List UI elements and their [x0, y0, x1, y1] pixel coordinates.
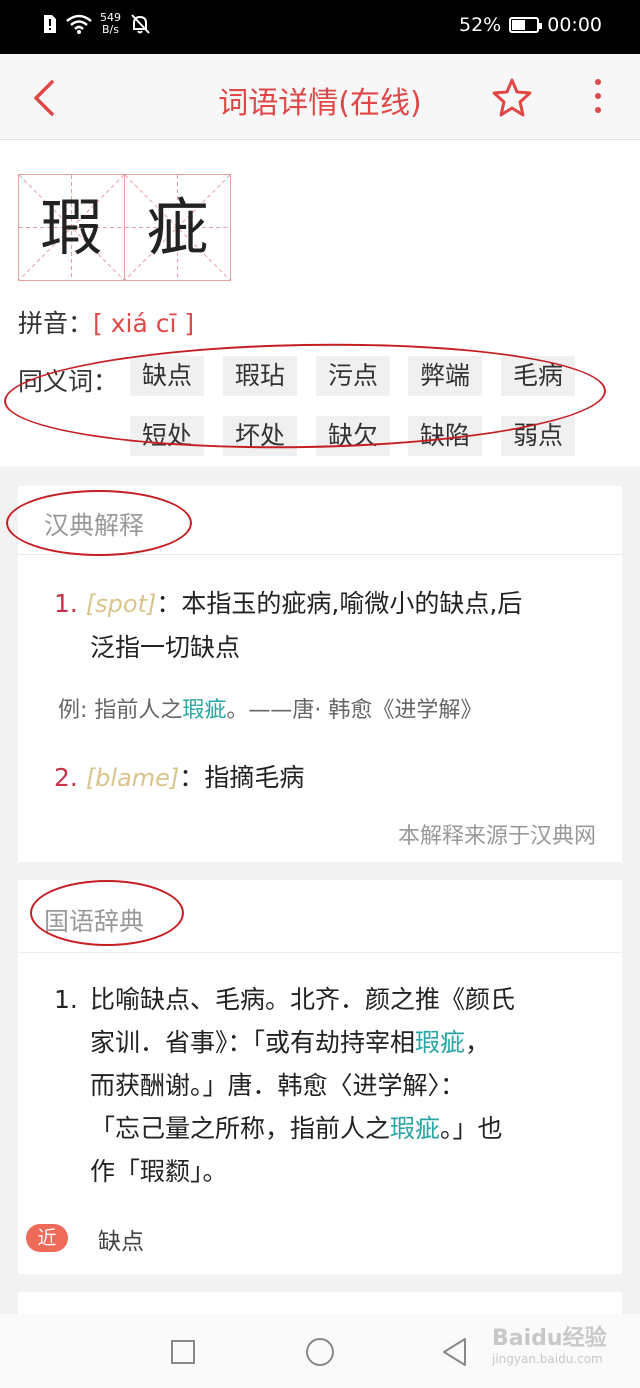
dot: [595, 107, 601, 113]
definition-colon: ：: [179, 763, 205, 792]
status-left: 549 B/s: [42, 12, 151, 36]
character: 疵: [146, 191, 209, 264]
definition-1-line2: 泛指一切缺点: [90, 633, 241, 662]
example-highlight[interactable]: 瑕疵: [182, 698, 226, 723]
wifi-icon: [66, 14, 92, 34]
status-bar: 549 B/s 52% 00:00: [0, 0, 640, 54]
definition-line: 「忘己量之所称，指前人之瑕疵。」也: [90, 1107, 610, 1150]
vertical-dots-icon[interactable]: [586, 76, 610, 120]
definition-1: 1. [spot]：本指玉的疵病,喻微小的缺点,后: [54, 582, 614, 626]
watermark-logo: Baidu经验: [492, 1326, 607, 1351]
system-nav-bar: Baidu经验 jingyan.baidu.com: [0, 1314, 640, 1388]
dot: [595, 93, 601, 99]
char-grid-2: 疵: [124, 174, 231, 281]
definition-2: 2. [blame]：指摘毛病: [54, 756, 304, 800]
status-right: 52% 00:00: [459, 14, 602, 36]
battery-fill: [512, 20, 525, 30]
pinyin-row: 拼音：[ xiá cī ]: [18, 304, 194, 340]
clock: 00:00: [547, 14, 602, 36]
char-grid-1: 瑕: [18, 174, 125, 281]
highlight-word[interactable]: 瑕疵: [390, 1114, 440, 1143]
text: ，: [465, 1028, 491, 1057]
definition-line: 比喻缺点、毛病。北齐．颜之推《颜氏: [90, 985, 516, 1014]
definition-line: 作「瑕颣」。: [90, 1157, 228, 1186]
network-speed: 549 B/s: [100, 12, 121, 36]
back-triangle-icon[interactable]: [440, 1336, 470, 1368]
definition-number: 1.: [54, 589, 78, 618]
watermark-url: jingyan.baidu.com: [492, 1352, 603, 1366]
definition-line: 指摘毛病: [204, 763, 305, 792]
near-word[interactable]: 缺点: [98, 1222, 144, 1256]
source-note: 本解释来源于汉典网: [397, 824, 596, 849]
divider: [18, 952, 622, 953]
english-tag: [blame]: [85, 764, 180, 792]
battery-icon: [509, 17, 543, 33]
pinyin-value: [ xiá cī ]: [93, 309, 195, 338]
annotation-ellipse: [30, 880, 184, 946]
dot: [595, 79, 601, 85]
text: 「忘己量之所称，指前人之: [90, 1114, 391, 1143]
recents-square-icon[interactable]: [171, 1340, 195, 1364]
definition-number: 1.: [54, 985, 78, 1014]
definition-line: 本指玉的疵病,喻微小的缺点,后: [181, 589, 523, 618]
network-speed-unit: B/s: [102, 23, 119, 36]
home-circle-icon[interactable]: [306, 1338, 334, 1366]
app-header: 词语详情(在线): [0, 54, 640, 140]
bell-off-icon: [131, 14, 150, 34]
english-tag: [spot]: [85, 590, 157, 618]
highlight-word[interactable]: 瑕疵: [415, 1028, 465, 1057]
annotation-ellipse: [6, 490, 192, 556]
battery-percent: 52%: [459, 14, 502, 36]
example-suffix: 。——唐· 韩愈《进学解》: [226, 698, 483, 723]
word-section: 瑕 疵 拼音：[ xiá cī ] 同义词： 缺点 瑕玷 污点 弊端 毛病 短处…: [0, 140, 640, 466]
example-prefix: 例: 指前人之: [58, 698, 183, 723]
character: 瑕: [40, 191, 103, 264]
near-badge: 近: [26, 1224, 68, 1252]
example: 例: 指前人之瑕疵。——唐· 韩愈《进学解》: [58, 692, 482, 724]
definition-number: 2.: [54, 763, 78, 792]
definition-line: 而获酬谢。」唐．韩愈〈进学解〉：: [90, 1071, 466, 1100]
text: 家训．省事》：「或有劫持宰相: [90, 1028, 416, 1057]
text: 。」也: [440, 1114, 503, 1143]
next-card-peek: [18, 1292, 622, 1314]
sim-alert-icon: [44, 15, 56, 33]
star-outline-icon[interactable]: [490, 76, 534, 120]
pinyin-label: 拼音：: [18, 309, 94, 338]
definition-colon: ：: [156, 589, 182, 618]
page-title: 词语详情(在线): [218, 86, 422, 121]
definition-line: 家训．省事》：「或有劫持宰相瑕疵，: [90, 1021, 610, 1064]
definition-body: 比喻缺点、毛病。北齐．颜之推《颜氏 家训．省事》：「或有劫持宰相瑕疵， 而获酬谢…: [90, 978, 610, 1193]
watermark: Baidu经验 jingyan.baidu.com: [492, 1320, 612, 1380]
